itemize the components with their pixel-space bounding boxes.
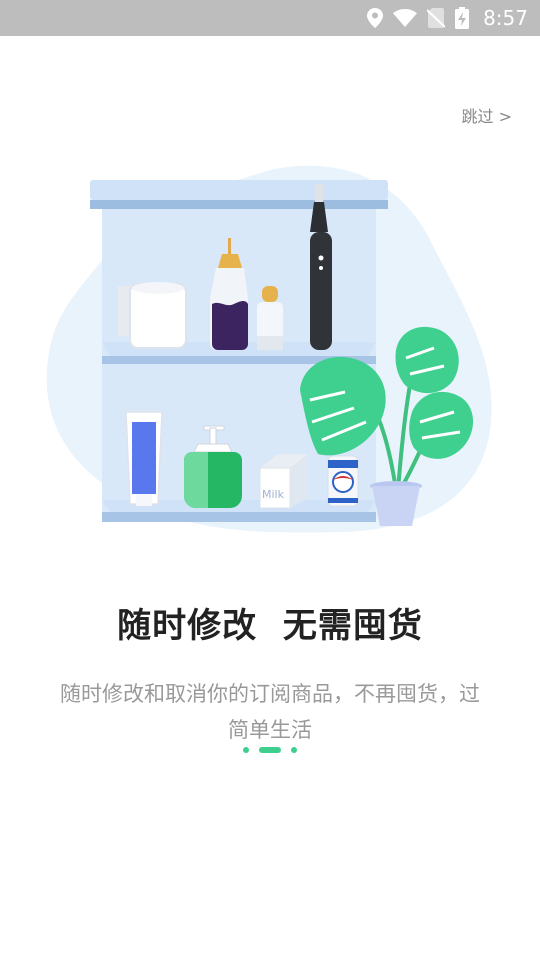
no-sim-icon	[427, 8, 446, 28]
onboarding-illustration: Milk	[40, 160, 500, 540]
status-icons: 8:57	[367, 0, 528, 36]
onboarding-title: 随时修改 无需囤货	[117, 606, 423, 646]
page-dot	[243, 747, 249, 753]
status-time: 8:57	[483, 6, 528, 30]
battery-charging-icon	[455, 7, 470, 29]
location-icon	[367, 8, 384, 28]
wifi-icon	[393, 9, 418, 27]
milk-label: Milk	[262, 488, 285, 501]
skip-button[interactable]: 跳过 >	[462, 103, 513, 127]
toothpaste-tube	[125, 411, 163, 506]
status-bar: 8:57	[0, 0, 540, 36]
page-indicator	[0, 747, 540, 753]
page-dot-active	[259, 747, 281, 753]
soda-can	[327, 455, 359, 507]
onboarding-description: 随时修改和取消你的订阅商品，不再囤货，过简单生活	[60, 682, 480, 742]
page-dot	[291, 747, 297, 753]
